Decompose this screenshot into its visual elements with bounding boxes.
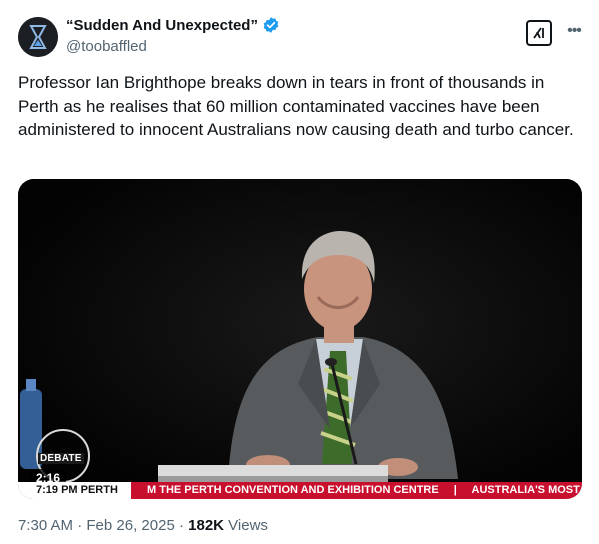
meta-separator: · [178, 517, 184, 534]
debate-logo-text: DEBATE [38, 453, 84, 464]
ticker-separator: | [453, 484, 457, 496]
grok-button[interactable] [526, 20, 552, 46]
ticker-band: M THE PERTH CONVENTION AND EXHIBITION CE… [131, 482, 582, 499]
tweet-text: Professor Ian Brighthope breaks down in … [18, 73, 574, 139]
tweet-meta: 7:30 AM · Feb 26, 2025 · 182K Views [18, 517, 268, 534]
tweet-time[interactable]: 7:30 AM [18, 517, 73, 534]
grok-icon [533, 27, 544, 39]
more-button[interactable]: ••• [563, 20, 585, 42]
views-count: 182K [188, 517, 224, 534]
ticker-text-2: AUSTRALIA'S MOST DI [471, 484, 582, 496]
ticker-text-1: M THE PERTH CONVENTION AND EXHIBITION CE… [147, 484, 439, 496]
news-ticker: 7:19 PM PERTH M THE PERTH CONVENTION AND… [18, 482, 582, 499]
ticker-time: 7:19 PM PERTH [18, 482, 131, 499]
tweet-date[interactable]: Feb 26, 2025 [86, 517, 174, 534]
more-icon: ••• [567, 22, 582, 39]
avatar[interactable] [18, 17, 58, 57]
tweet-timestamp[interactable]: 7:30 AM · Feb 26, 2025 [18, 517, 175, 534]
author-handle[interactable]: @toobaffled [66, 38, 147, 55]
video-player[interactable]: DEBATE 2:16 7:19 PM PERTH M THE PERTH CO… [18, 179, 582, 499]
verified-badge-icon[interactable] [262, 16, 280, 34]
views-label: Views [228, 517, 268, 534]
author-name-row[interactable]: “Sudden And Unexpected” [66, 16, 280, 34]
hourglass-icon [18, 17, 58, 57]
video-frame [18, 179, 582, 499]
display-name[interactable]: “Sudden And Unexpected” [66, 17, 258, 34]
